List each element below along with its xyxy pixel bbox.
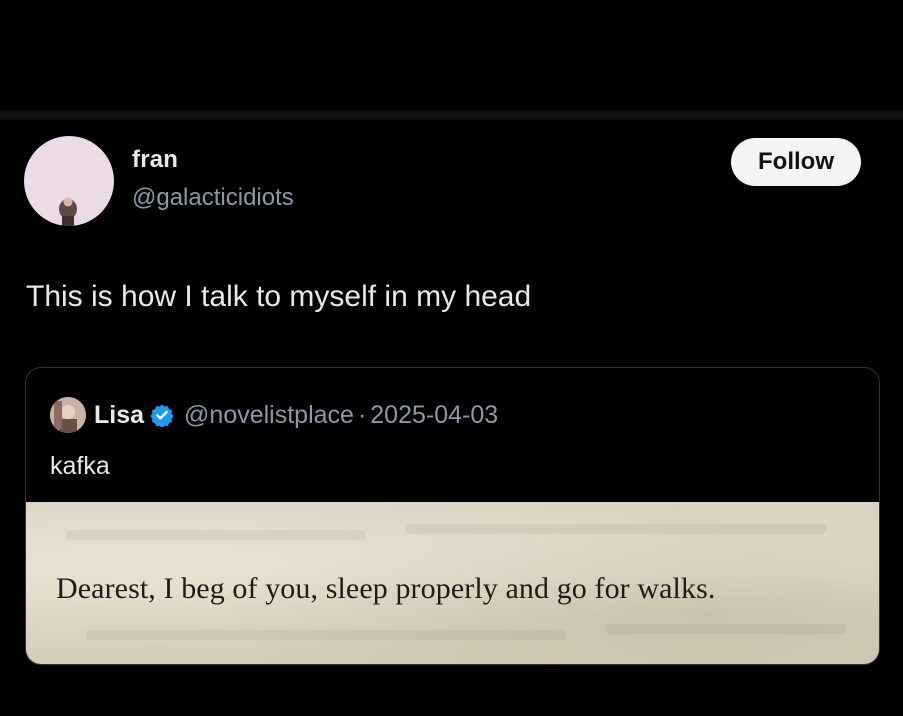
bleed-through-text — [66, 530, 366, 540]
post-screen: fran @galacticidiots Follow This is how … — [0, 0, 903, 716]
quoted-author-avatar[interactable] — [50, 397, 86, 433]
author-avatar[interactable] — [24, 136, 114, 226]
quoted-author-handle[interactable]: @novelistplace — [184, 401, 354, 430]
follow-button[interactable]: Follow — [731, 138, 861, 186]
bleed-through-text — [86, 630, 566, 640]
top-divider — [0, 110, 903, 120]
author-display-name[interactable]: fran — [132, 146, 178, 174]
verified-badge-icon — [150, 403, 174, 428]
quoted-post-card[interactable]: Lisa @novelistplace · 2025-04-03 kafka D… — [25, 367, 880, 665]
bleed-through-text — [406, 524, 826, 534]
bleed-through-text — [606, 624, 846, 634]
quoted-post-image[interactable]: Dearest, I beg of you, sleep properly an… — [26, 502, 879, 664]
tweet-text: This is how I talk to myself in my head — [26, 280, 532, 313]
author-handle[interactable]: @galacticidiots — [132, 184, 294, 212]
quoted-post-text: kafka — [50, 452, 110, 480]
book-quote-text: Dearest, I beg of you, sleep properly an… — [56, 572, 716, 605]
quoted-author-name[interactable]: Lisa — [94, 401, 144, 430]
quoted-profile-photo-icon — [50, 397, 86, 433]
profile-photo-icon — [59, 197, 77, 226]
quoted-post-date[interactable]: 2025-04-03 — [370, 401, 498, 430]
header-separator: · — [357, 400, 367, 429]
quoted-post-header: Lisa @novelistplace · 2025-04-03 — [50, 395, 498, 435]
